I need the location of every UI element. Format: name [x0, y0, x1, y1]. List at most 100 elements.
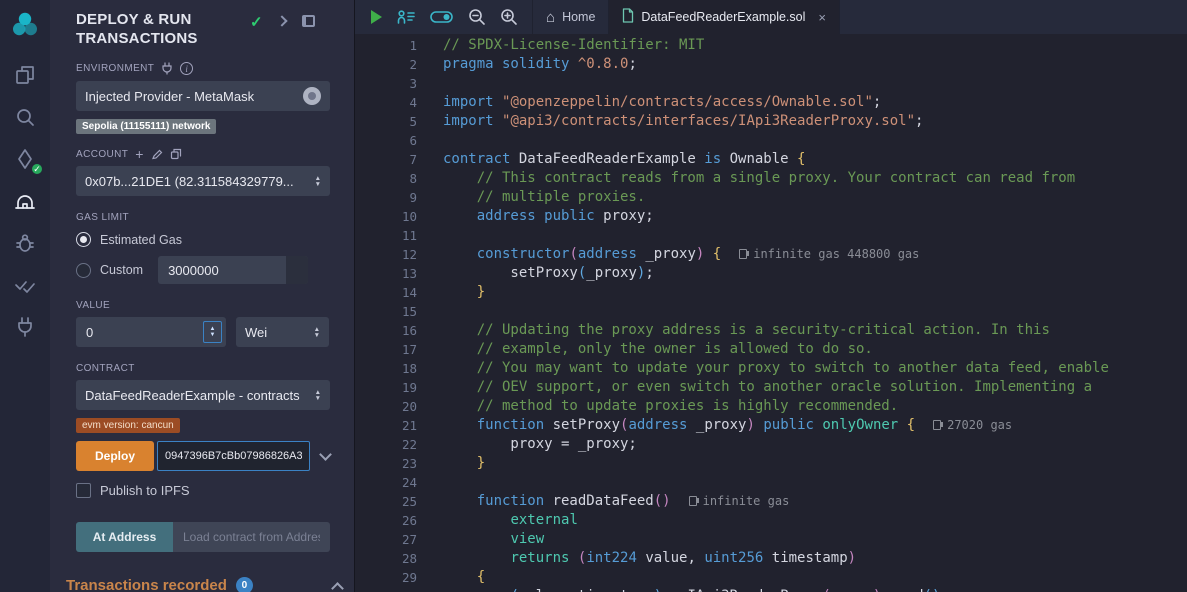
run-script-icon[interactable]: [371, 10, 382, 24]
line-number[interactable]: 11: [355, 226, 443, 245]
zoom-out-icon[interactable]: [468, 8, 486, 26]
code-line[interactable]: 24: [355, 473, 1187, 492]
line-number[interactable]: 22: [355, 435, 443, 454]
code-line[interactable]: 28 returns (int224 value, uint256 timest…: [355, 549, 1187, 568]
at-address-input[interactable]: [173, 522, 330, 552]
line-number[interactable]: 3: [355, 74, 443, 93]
pin-panel-icon[interactable]: [302, 15, 315, 27]
file-explorer-icon[interactable]: [11, 62, 39, 88]
gas-input-button[interactable]: [286, 256, 308, 284]
line-number[interactable]: 18: [355, 359, 443, 378]
at-address-button[interactable]: At Address: [76, 522, 173, 552]
edit-icon[interactable]: [151, 148, 163, 160]
solidity-compiler-icon[interactable]: ✓: [11, 146, 39, 172]
chevron-right-icon[interactable]: [276, 15, 287, 26]
custom-gas-radio[interactable]: [76, 263, 91, 278]
line-number[interactable]: 19: [355, 378, 443, 397]
code-line[interactable]: 6: [355, 131, 1187, 150]
publish-row[interactable]: Publish to IPFS: [76, 483, 330, 498]
deploy-proxy-address-input[interactable]: [157, 441, 310, 471]
code-line[interactable]: 30 (value, timestamp) = IApi3ReaderProxy…: [355, 587, 1187, 592]
code-line[interactable]: 29 {: [355, 568, 1187, 587]
estimated-gas-option[interactable]: Estimated Gas: [76, 232, 330, 247]
code-line[interactable]: 17 // example, only the owner is allowed…: [355, 340, 1187, 359]
line-number[interactable]: 12: [355, 245, 443, 264]
code-line[interactable]: 25 function readDataFeed()infinite gas: [355, 492, 1187, 511]
search-icon[interactable]: [11, 104, 39, 130]
remix-logo-icon[interactable]: [8, 8, 42, 42]
line-number[interactable]: 13: [355, 264, 443, 283]
line-number[interactable]: 8: [355, 169, 443, 188]
code-line[interactable]: 3: [355, 74, 1187, 93]
line-number[interactable]: 2: [355, 55, 443, 74]
estimated-gas-radio[interactable]: [76, 232, 91, 247]
chevron-up-icon[interactable]: [331, 582, 344, 592]
add-account-icon[interactable]: +: [135, 149, 144, 159]
code-line[interactable]: 14 }: [355, 283, 1187, 302]
value-unit-select[interactable]: Wei ▲▼: [236, 317, 329, 347]
line-number[interactable]: 16: [355, 321, 443, 340]
line-number[interactable]: 23: [355, 454, 443, 473]
code-line[interactable]: 1// SPDX-License-Identifier: MIT: [355, 36, 1187, 55]
line-number[interactable]: 14: [355, 283, 443, 302]
contract-select[interactable]: DataFeedReaderExample - contracts ▲▼: [76, 380, 330, 410]
value-stepper-icon[interactable]: ▲▼: [203, 321, 222, 343]
remixai-assistant-icon[interactable]: [396, 9, 416, 25]
line-number[interactable]: 9: [355, 188, 443, 207]
line-number[interactable]: 7: [355, 150, 443, 169]
code-line[interactable]: 20 // method to update proxies is highly…: [355, 397, 1187, 416]
code-line[interactable]: 5import "@api3/contracts/interfaces/IApi…: [355, 112, 1187, 131]
line-number[interactable]: 17: [355, 340, 443, 359]
line-number[interactable]: 27: [355, 530, 443, 549]
code-line[interactable]: 7contract DataFeedReaderExample is Ownab…: [355, 150, 1187, 169]
code-line[interactable]: 22 proxy = _proxy;: [355, 435, 1187, 454]
line-number[interactable]: 6: [355, 131, 443, 150]
line-number[interactable]: 10: [355, 207, 443, 226]
copy-icon[interactable]: [170, 148, 182, 160]
code-line[interactable]: 16 // Updating the proxy address is a se…: [355, 321, 1187, 340]
deploy-run-icon[interactable]: [11, 188, 39, 214]
line-number[interactable]: 20: [355, 397, 443, 416]
chevron-down-icon[interactable]: [319, 448, 332, 461]
code-line[interactable]: 13 setProxy(_proxy);: [355, 264, 1187, 283]
code-line[interactable]: 21 function setProxy(address _proxy) pub…: [355, 416, 1187, 435]
line-number[interactable]: 25: [355, 492, 443, 511]
zoom-in-icon[interactable]: [500, 8, 518, 26]
code-line[interactable]: 9 // multiple proxies.: [355, 188, 1187, 207]
code-line[interactable]: 11: [355, 226, 1187, 245]
line-number[interactable]: 1: [355, 36, 443, 55]
close-tab-icon[interactable]: ×: [818, 10, 826, 25]
code-line[interactable]: 8 // This contract reads from a single p…: [355, 169, 1187, 188]
code-line[interactable]: 12 constructor(address _proxy) {infinite…: [355, 245, 1187, 264]
line-number[interactable]: 21: [355, 416, 443, 435]
code-line[interactable]: 18 // You may want to update your proxy …: [355, 359, 1187, 378]
transactions-recorded-footer[interactable]: Transactions recorded 0: [66, 577, 342, 592]
deploy-button[interactable]: Deploy: [76, 441, 154, 471]
account-select[interactable]: 0x07b...21DE1 (82.311584329779... ▲▼: [76, 166, 330, 196]
line-number[interactable]: 26: [355, 511, 443, 530]
line-number[interactable]: 24: [355, 473, 443, 492]
line-number[interactable]: 30: [355, 587, 443, 592]
code-line[interactable]: 4import "@openzeppelin/contracts/access/…: [355, 93, 1187, 112]
code-editor[interactable]: 1// SPDX-License-Identifier: MIT2pragma …: [355, 34, 1187, 592]
code-line[interactable]: 15: [355, 302, 1187, 321]
environment-select[interactable]: Injected Provider - MetaMask: [76, 81, 330, 111]
tab-home[interactable]: ⌂ Home: [532, 0, 609, 34]
code-line[interactable]: 27 view: [355, 530, 1187, 549]
copilot-toggle-icon[interactable]: [430, 10, 454, 24]
publish-ipfs-checkbox[interactable]: [76, 483, 91, 498]
line-number[interactable]: 15: [355, 302, 443, 321]
debugger-icon[interactable]: [11, 230, 39, 256]
code-line[interactable]: 26 external: [355, 511, 1187, 530]
line-number[interactable]: 29: [355, 568, 443, 587]
custom-gas-option[interactable]: Custom: [76, 256, 330, 284]
line-number[interactable]: 5: [355, 112, 443, 131]
code-line[interactable]: 23 }: [355, 454, 1187, 473]
code-line[interactable]: 2pragma solidity ^0.8.0;: [355, 55, 1187, 74]
tab-datafeedreaderexample-sol[interactable]: DataFeedReaderExample.sol ×: [609, 0, 840, 34]
unit-testing-icon[interactable]: [11, 272, 39, 298]
info-icon[interactable]: i: [180, 62, 193, 75]
line-number[interactable]: 4: [355, 93, 443, 112]
line-number[interactable]: 28: [355, 549, 443, 568]
plugin-manager-icon[interactable]: [11, 314, 39, 340]
